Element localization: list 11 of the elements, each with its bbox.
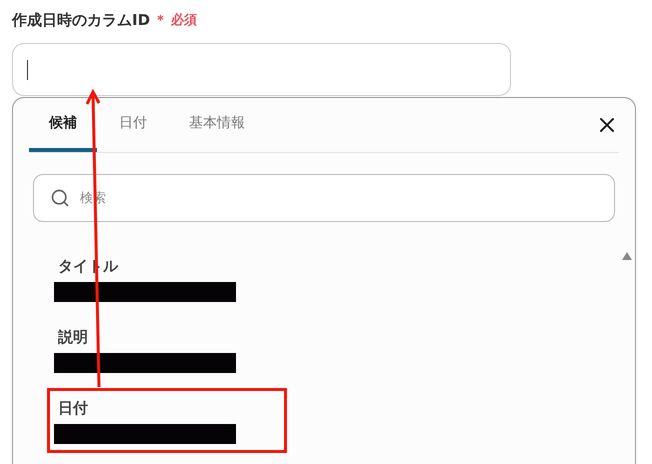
tab[interactable]: 候補 bbox=[29, 98, 97, 152]
option-title[interactable]: 日付 bbox=[54, 399, 276, 418]
required-label: 必須 bbox=[171, 12, 198, 29]
field-label: 作成日時のカラムID bbox=[12, 10, 150, 30]
tab[interactable]: 基本情報 bbox=[169, 98, 265, 152]
search-icon bbox=[50, 188, 70, 208]
option-title[interactable]: 説明 bbox=[54, 328, 276, 347]
scroll-up-icon[interactable] bbox=[622, 252, 632, 260]
tab[interactable]: 日付 bbox=[99, 98, 167, 152]
required-mark: ＊ bbox=[154, 12, 168, 29]
column-id-input[interactable] bbox=[12, 43, 511, 96]
